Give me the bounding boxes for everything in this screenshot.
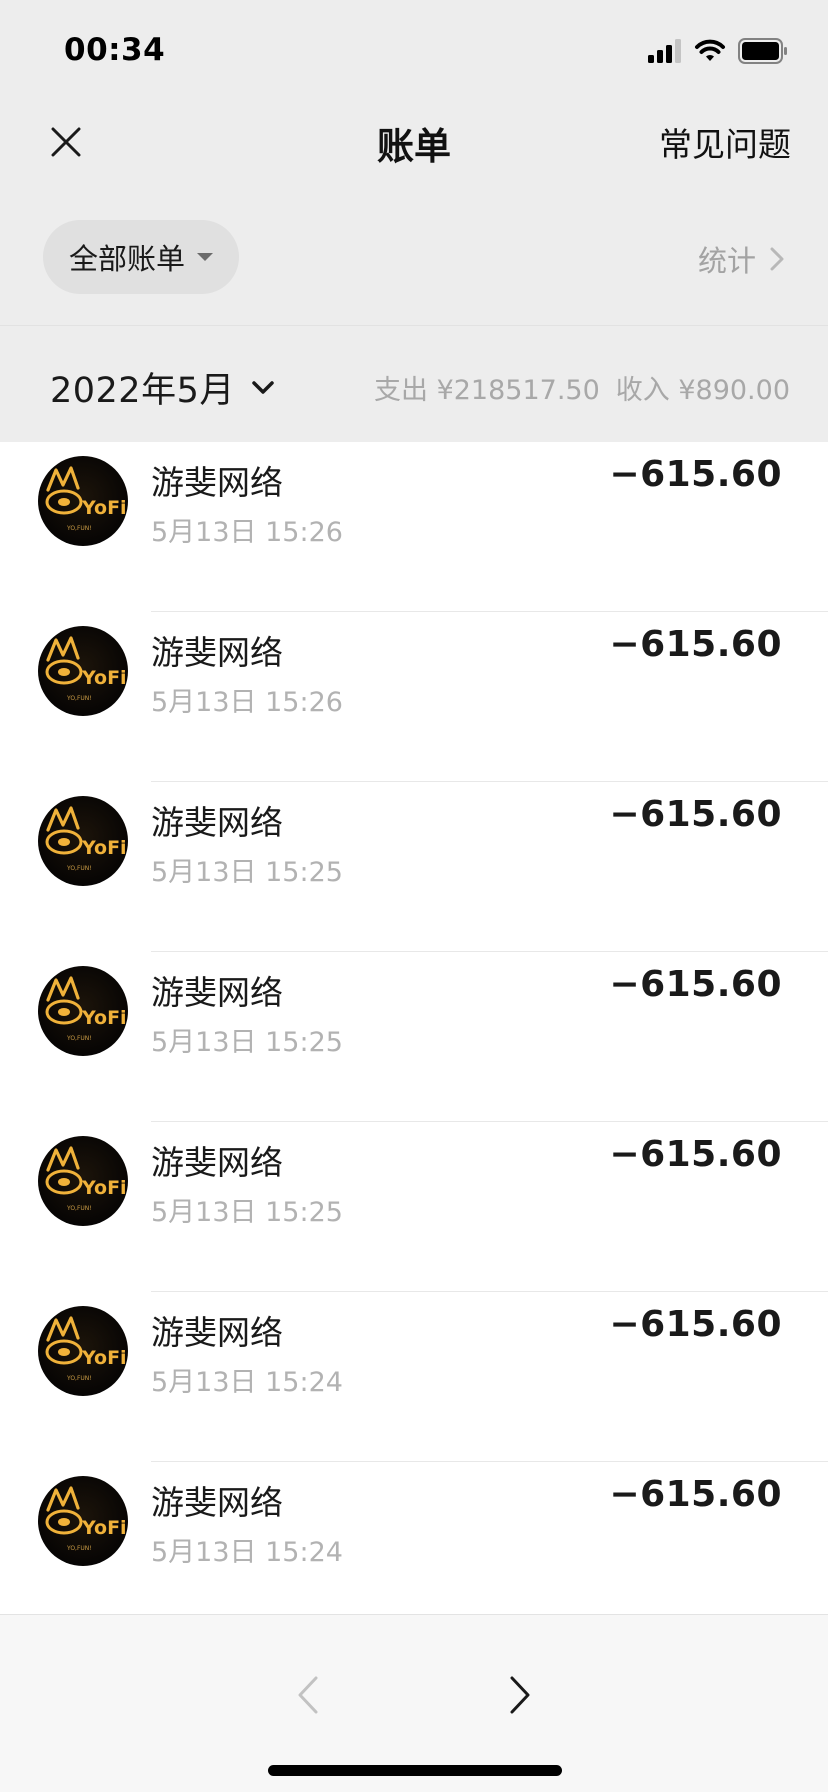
merchant-avatar: YoFi YO,FUN! xyxy=(38,796,128,886)
logo-text: YoFi xyxy=(81,1347,127,1369)
transaction-time: 5月13日 15:26 xyxy=(151,517,343,548)
month-label: 2022年5月 xyxy=(50,371,235,411)
logo-tagline: YO,FUN! xyxy=(66,1205,92,1212)
bottom-toolbar xyxy=(0,1614,828,1792)
bill-page: 00:34 账单 常见问题 全部账单 统计 2022年5月 支出 ¥218517… xyxy=(0,0,828,1792)
status-time: 00:34 xyxy=(64,32,166,68)
chevron-right-icon xyxy=(770,247,784,271)
home-indicator xyxy=(268,1765,562,1776)
transaction-row[interactable]: YoFi YO,FUN! 游斐网络 5月13日 15:25 −615.60 xyxy=(0,1122,828,1292)
logo-tagline: YO,FUN! xyxy=(66,695,92,702)
month-header: 2022年5月 支出 ¥218517.50 收入 ¥890.00 xyxy=(0,326,828,442)
merchant-avatar: YoFi YO,FUN! xyxy=(38,1306,128,1396)
logo-tagline: YO,FUN! xyxy=(66,525,92,532)
transaction-row[interactable]: YoFi YO,FUN! 游斐网络 5月13日 15:25 −615.60 xyxy=(0,782,828,952)
yofi-logo-icon: YoFi YO,FUN! xyxy=(45,1316,127,1382)
transaction-row[interactable]: YoFi YO,FUN! 游斐网络 5月13日 15:25 −615.60 xyxy=(0,952,828,1122)
back-arrow-icon xyxy=(298,1676,318,1714)
statistics-label: 统计 xyxy=(697,244,756,278)
merchant-avatar: YoFi YO,FUN! xyxy=(38,456,128,546)
logo-text: YoFi xyxy=(81,667,127,689)
logo-text: YoFi xyxy=(81,837,127,859)
yofi-logo-icon: YoFi YO,FUN! xyxy=(45,636,127,702)
merchant-avatar: YoFi YO,FUN! xyxy=(38,1476,128,1566)
statistics-link[interactable]: 统计 xyxy=(698,238,784,280)
status-bar: 00:34 xyxy=(0,0,828,100)
month-selector[interactable]: 2022年5月 xyxy=(50,362,275,413)
back-button[interactable] xyxy=(278,1665,338,1725)
caret-down-icon xyxy=(197,253,213,261)
merchant-name: 游斐网络 xyxy=(151,1143,283,1182)
logo-text: YoFi xyxy=(81,1177,127,1199)
nav-bar: 账单 常见问题 xyxy=(0,100,828,180)
transaction-time: 5月13日 15:26 xyxy=(151,687,343,718)
transaction-row[interactable]: YoFi YO,FUN! 游斐网络 5月13日 15:24 −615.60 xyxy=(0,1462,828,1614)
status-icons xyxy=(648,38,788,64)
logo-text: YoFi xyxy=(81,1517,127,1539)
chevron-down-icon xyxy=(252,380,274,394)
transaction-amount: −615.60 xyxy=(609,794,782,835)
faq-link[interactable]: 常见问题 xyxy=(659,118,791,166)
transaction-amount: −615.60 xyxy=(609,964,782,1005)
transaction-time: 5月13日 15:25 xyxy=(151,857,343,888)
transaction-amount: −615.60 xyxy=(609,1474,782,1515)
merchant-name: 游斐网络 xyxy=(151,1483,283,1522)
transaction-time: 5月13日 15:25 xyxy=(151,1027,343,1058)
battery-icon xyxy=(738,38,787,64)
bill-type-filter-button[interactable]: 全部账单 xyxy=(43,220,239,294)
wifi-icon xyxy=(695,39,725,61)
income-total: 收入 ¥890.00 xyxy=(615,375,790,406)
merchant-name: 游斐网络 xyxy=(151,973,283,1012)
logo-tagline: YO,FUN! xyxy=(66,1545,92,1552)
merchant-name: 游斐网络 xyxy=(151,1313,283,1352)
merchant-name: 游斐网络 xyxy=(151,633,283,672)
logo-tagline: YO,FUN! xyxy=(66,1035,92,1042)
transaction-time: 5月13日 15:24 xyxy=(151,1537,343,1568)
logo-text: YoFi xyxy=(81,497,127,519)
transaction-list[interactable]: YoFi YO,FUN! 游斐网络 5月13日 15:26 −615.60 Yo… xyxy=(0,442,828,1614)
merchant-avatar: YoFi YO,FUN! xyxy=(38,1136,128,1226)
transaction-amount: −615.60 xyxy=(609,454,782,495)
filter-bar: 全部账单 统计 xyxy=(0,180,828,326)
yofi-logo-icon: YoFi YO,FUN! xyxy=(45,1146,127,1212)
yofi-logo-icon: YoFi YO,FUN! xyxy=(45,806,127,872)
month-summary: 支出 ¥218517.50 收入 ¥890.00 xyxy=(374,368,790,407)
transaction-amount: −615.60 xyxy=(609,1134,782,1175)
transaction-amount: −615.60 xyxy=(609,1304,782,1345)
yofi-logo-icon: YoFi YO,FUN! xyxy=(45,1486,127,1552)
signal-icon xyxy=(648,39,681,63)
yofi-logo-icon: YoFi YO,FUN! xyxy=(45,466,127,532)
filter-label: 全部账单 xyxy=(68,242,185,276)
yofi-logo-icon: YoFi YO,FUN! xyxy=(45,976,127,1042)
transaction-row[interactable]: YoFi YO,FUN! 游斐网络 5月13日 15:26 −615.60 xyxy=(0,612,828,782)
merchant-avatar: YoFi YO,FUN! xyxy=(38,966,128,1056)
merchant-name: 游斐网络 xyxy=(151,803,283,842)
transaction-amount: −615.60 xyxy=(609,624,782,665)
transaction-time: 5月13日 15:24 xyxy=(151,1367,343,1398)
transaction-time: 5月13日 15:25 xyxy=(151,1197,343,1228)
logo-tagline: YO,FUN! xyxy=(66,865,92,872)
forward-arrow-icon xyxy=(510,1676,530,1714)
merchant-avatar: YoFi YO,FUN! xyxy=(38,626,128,716)
logo-text: YoFi xyxy=(81,1007,127,1029)
logo-tagline: YO,FUN! xyxy=(66,1375,92,1382)
merchant-name: 游斐网络 xyxy=(151,463,283,502)
expense-total: 支出 ¥218517.50 xyxy=(373,375,600,406)
transaction-row[interactable]: YoFi YO,FUN! 游斐网络 5月13日 15:24 −615.60 xyxy=(0,1292,828,1462)
transaction-row[interactable]: YoFi YO,FUN! 游斐网络 5月13日 15:26 −615.60 xyxy=(0,442,828,612)
forward-button[interactable] xyxy=(490,1665,550,1725)
